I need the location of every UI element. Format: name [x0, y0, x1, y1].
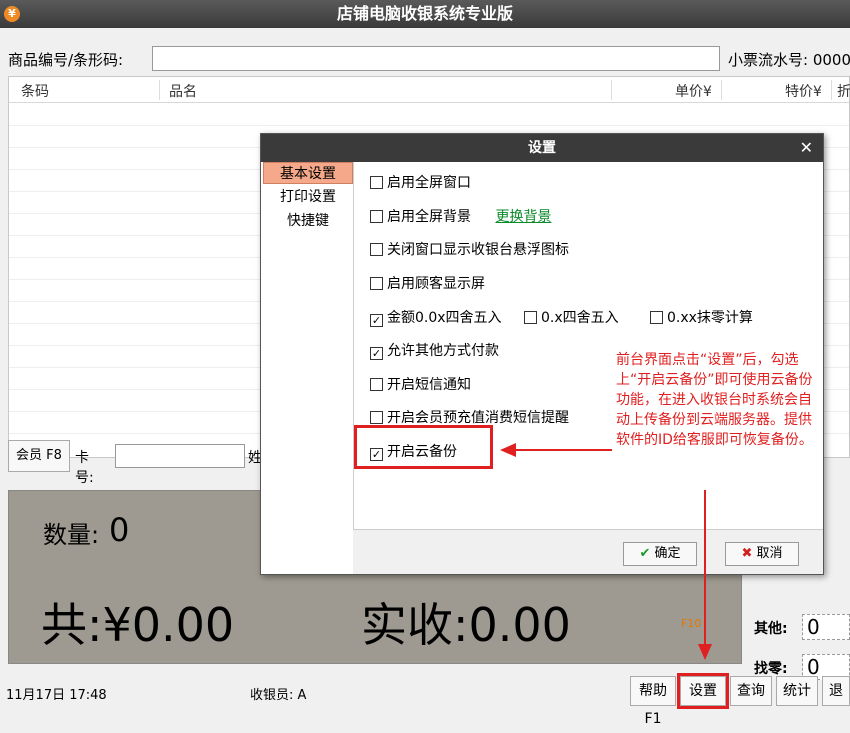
- cancel-button[interactable]: ✖ 取消: [725, 542, 799, 566]
- stats-button[interactable]: 统计: [776, 676, 818, 706]
- option-fullscreen-window[interactable]: 启用全屏窗口: [370, 172, 471, 192]
- total-amount: 共:¥0.00: [41, 598, 235, 652]
- search-label: 商品编号/条形码:: [8, 51, 124, 69]
- close-icon[interactable]: ✕: [800, 134, 813, 162]
- other-field[interactable]: 0: [802, 614, 850, 640]
- option-fullscreen-background[interactable]: 启用全屏背景 更换背景: [370, 206, 551, 226]
- checkbox[interactable]: [370, 176, 383, 189]
- app-title: 店铺电脑收银系统专业版: [336, 4, 513, 23]
- help-button[interactable]: 帮助F1: [630, 676, 676, 727]
- dialog-title: 设置: [528, 140, 556, 156]
- ok-button[interactable]: ✔ 确定: [623, 542, 697, 566]
- settings-highlight-box: [677, 673, 729, 709]
- member-button[interactable]: 会员 F8: [8, 440, 70, 472]
- dialog-content: 启用全屏窗口 启用全屏背景 更换背景 关闭窗口显示收银台悬浮图标 启用顾客显示屏…: [353, 162, 823, 530]
- table-header: 条码 品名 单价¥ 特价¥ 折: [9, 77, 850, 103]
- query-button[interactable]: 查询: [730, 676, 772, 706]
- annotation-text: 前台界面点击“设置”后，勾选上“开启云备份”即可使用云备份功能，在进入收银台时系…: [616, 352, 813, 448]
- status-date: 11月17日 17:48: [6, 688, 107, 703]
- col-discount[interactable]: 折: [837, 81, 850, 101]
- option-floating-icon[interactable]: 关闭窗口显示收银台悬浮图标: [370, 239, 569, 259]
- checkbox[interactable]: [370, 210, 383, 223]
- checkbox-checked[interactable]: ✓: [370, 347, 383, 360]
- checkbox[interactable]: [524, 311, 537, 324]
- checkbox[interactable]: [370, 277, 383, 290]
- option-round-amount[interactable]: ✓ 金额0.0x四舍五入: [370, 307, 502, 327]
- app-titlebar: ¥ 店铺电脑收银系统专业版: [0, 0, 850, 28]
- dialog-nav: 基本设置 打印设置 快捷键: [261, 162, 353, 574]
- option-round-0x[interactable]: 0.x四舍五入: [524, 307, 619, 327]
- nav-shortcuts[interactable]: 快捷键: [263, 210, 353, 232]
- nav-basic-settings[interactable]: 基本设置: [263, 162, 353, 184]
- check-icon: ✔: [639, 546, 651, 561]
- option-sms-notify[interactable]: 开启短信通知: [370, 374, 471, 394]
- nav-print-settings[interactable]: 打印设置: [263, 186, 353, 208]
- card-number-input[interactable]: [115, 444, 245, 468]
- card-label: 卡号:: [75, 450, 94, 486]
- option-customer-display[interactable]: 启用顾客显示屏: [370, 273, 485, 293]
- option-member-sms[interactable]: 开启会员预充值消费短信提醒: [370, 407, 569, 427]
- checkbox[interactable]: [650, 311, 663, 324]
- quantity-value: 0: [109, 511, 130, 549]
- checkbox[interactable]: [370, 411, 383, 424]
- col-price[interactable]: 单价¥: [675, 81, 712, 101]
- app-logo-icon: ¥: [4, 6, 20, 22]
- option-other-payment[interactable]: ✓ 允许其他方式付款: [370, 340, 499, 360]
- option-zero-0xx[interactable]: 0.xx抹零计算: [650, 307, 753, 327]
- ticket-number-label: 小票流水号: 0000: [728, 51, 850, 69]
- status-cashier: 收银员: A: [250, 688, 307, 703]
- paid-amount: 实收:0.00: [361, 598, 571, 652]
- col-special-price[interactable]: 特价¥: [785, 81, 822, 101]
- cloud-backup-highlight-box: [354, 425, 493, 469]
- cross-icon: ✖: [741, 546, 753, 561]
- return-button[interactable]: 退货: [822, 676, 850, 706]
- dialog-titlebar: 设置 ✕: [261, 134, 823, 162]
- checkbox-checked[interactable]: ✓: [370, 314, 383, 327]
- quantity-label: 数量:: [43, 521, 100, 549]
- checkbox[interactable]: [370, 378, 383, 391]
- barcode-input[interactable]: [152, 46, 720, 71]
- checkbox[interactable]: [370, 243, 383, 256]
- col-name[interactable]: 品名: [169, 81, 197, 101]
- shortcut-hint: F10: [681, 617, 702, 630]
- other-label: 其他:: [754, 621, 788, 637]
- change-background-link[interactable]: 更换背景: [495, 209, 551, 225]
- col-barcode[interactable]: 条码: [21, 81, 49, 101]
